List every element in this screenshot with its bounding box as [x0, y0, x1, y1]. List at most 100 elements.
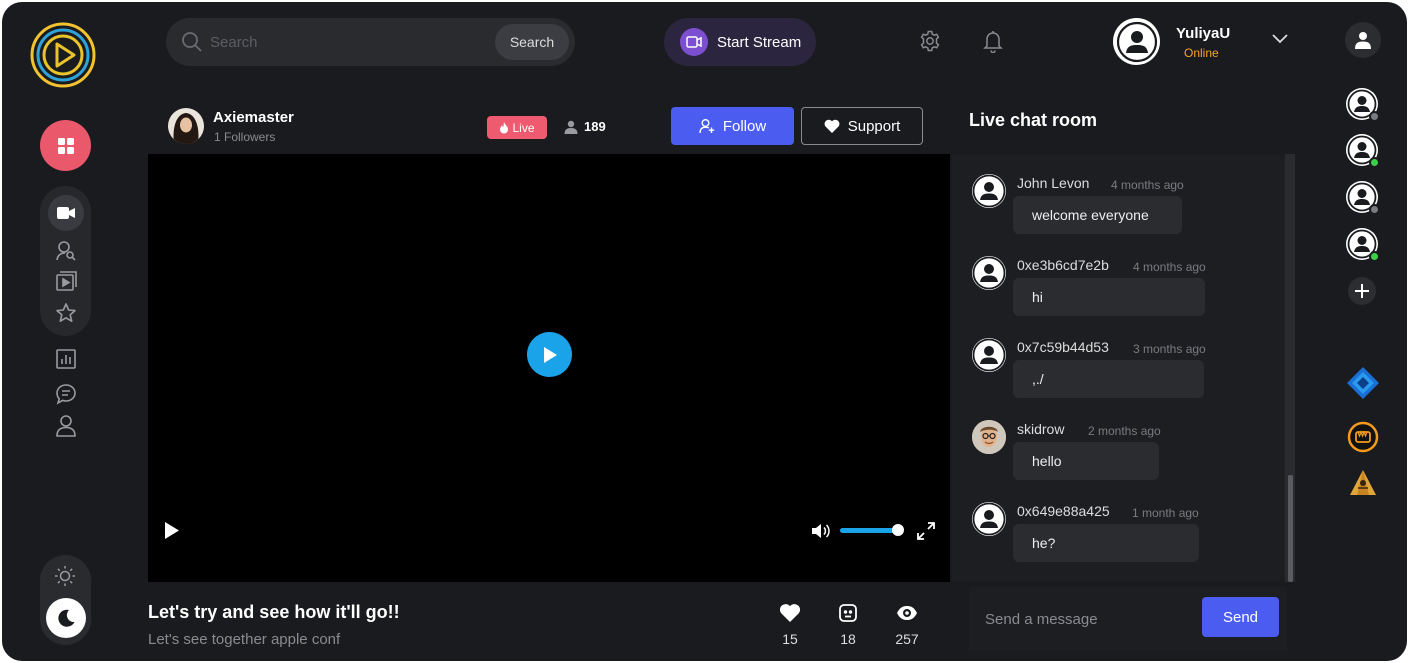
bar-chart-icon	[56, 349, 76, 369]
avatar[interactable]	[972, 502, 1006, 536]
nav-item-search-users[interactable]	[53, 238, 79, 264]
comment-stat[interactable]: 18	[828, 603, 868, 647]
nav-item-profile[interactable]	[53, 413, 79, 439]
chat-scrollbar-thumb[interactable]	[1288, 475, 1293, 582]
start-stream-button[interactable]: Start Stream	[664, 18, 816, 66]
streamer-avatar[interactable]	[168, 108, 204, 144]
fullscreen-button[interactable]	[917, 522, 935, 545]
like-stat[interactable]: 15	[770, 603, 810, 647]
search-input[interactable]	[210, 30, 480, 54]
avatar[interactable]	[972, 420, 1006, 454]
avatar	[1346, 181, 1380, 215]
settings-button[interactable]	[919, 30, 941, 57]
play-pause-button[interactable]	[164, 521, 180, 545]
chat-message-text: welcome everyone	[1013, 196, 1182, 234]
friend-avatar[interactable]	[1346, 181, 1380, 215]
add-user-icon	[699, 119, 715, 134]
notifications-button[interactable]	[983, 29, 1003, 58]
friend-avatar[interactable]	[1346, 88, 1380, 122]
avatar[interactable]	[972, 174, 1006, 208]
friend-avatar[interactable]	[1346, 228, 1380, 262]
send-button[interactable]: Send	[1202, 597, 1279, 637]
chat-username[interactable]: 0x7c59b44d53	[1017, 339, 1109, 355]
chat-message-input[interactable]	[985, 608, 1185, 630]
nav-item-videos[interactable]	[53, 269, 79, 295]
app-logo[interactable]	[30, 20, 100, 90]
diamond-logo-icon	[1347, 367, 1379, 399]
user-placeholder-icon	[972, 174, 1006, 208]
user-menu-toggle[interactable]	[1272, 31, 1288, 49]
user-search-icon	[56, 241, 76, 261]
play-icon	[165, 522, 179, 539]
chat-username[interactable]: John Levon	[1017, 175, 1089, 191]
center-play-button[interactable]	[527, 332, 572, 377]
search-button[interactable]: Search	[495, 24, 569, 60]
chat-username[interactable]: 0x649e88a425	[1017, 503, 1110, 519]
sun-icon	[55, 566, 75, 586]
chat-message-text: hi	[1013, 278, 1205, 316]
user-placeholder-icon	[972, 338, 1006, 372]
user-icon	[56, 415, 76, 437]
video-camera-icon	[57, 207, 75, 219]
chevron-down-icon	[1272, 34, 1288, 44]
chat-username[interactable]: 0xe3b6cd7e2b	[1017, 257, 1109, 273]
search-icon	[182, 32, 202, 52]
volume-icon	[812, 524, 830, 538]
chat-title: Live chat room	[969, 110, 1098, 130]
follower-count: 1 Followers	[214, 130, 276, 144]
profile-button[interactable]	[1345, 22, 1381, 58]
comment-icon	[839, 604, 857, 622]
support-label: Support	[847, 117, 901, 135]
grid-icon	[57, 137, 74, 154]
avatar[interactable]	[972, 338, 1006, 372]
avatar	[1346, 88, 1380, 122]
nav-item-messages[interactable]	[53, 381, 79, 407]
eye-icon	[897, 606, 917, 620]
network-badge-monster[interactable]	[1347, 421, 1379, 458]
network-badge-pyramid[interactable]	[1348, 468, 1378, 503]
star-icon	[56, 303, 76, 322]
viewer-count: 189	[564, 119, 606, 134]
follow-button[interactable]: Follow	[671, 107, 794, 145]
nav-item-live-video[interactable]	[48, 195, 84, 231]
chat-username[interactable]: skidrow	[1017, 421, 1064, 437]
follow-label: Follow	[722, 117, 767, 135]
user-photo	[972, 420, 1006, 454]
user-avatar[interactable]	[1113, 18, 1160, 65]
chat-message: 0x7c59b44d53 3 months ago ,./	[972, 338, 1282, 400]
volume-slider-handle[interactable]	[892, 524, 904, 536]
support-button[interactable]: Support	[801, 107, 923, 145]
light-mode-button[interactable]	[54, 565, 76, 592]
avatar	[1346, 228, 1380, 262]
chat-timestamp: 1 month ago	[1132, 506, 1199, 520]
nav-item-favorites[interactable]	[53, 300, 79, 326]
add-friend-button[interactable]	[1348, 277, 1376, 305]
dashboard-button[interactable]	[40, 120, 91, 171]
nav-item-analytics[interactable]	[53, 346, 79, 372]
heart-icon	[779, 604, 801, 622]
avatar[interactable]	[972, 256, 1006, 290]
user-placeholder-icon	[972, 502, 1006, 536]
gear-icon	[920, 30, 940, 52]
fullscreen-icon	[917, 522, 935, 540]
play-icon	[543, 346, 557, 363]
like-count: 15	[782, 631, 798, 647]
live-label: Live	[512, 120, 535, 135]
streamer-name[interactable]: Axiemaster	[213, 109, 294, 126]
mute-button[interactable]	[811, 522, 831, 545]
dark-mode-button[interactable]	[46, 598, 86, 638]
viewers-icon	[564, 120, 578, 134]
chat-message: skidrow 2 months ago hello	[972, 420, 1282, 482]
monster-logo-icon	[1347, 421, 1379, 453]
network-badge-diamond[interactable]	[1346, 366, 1380, 405]
stream-title: Let's try and see how it'll go!!	[148, 602, 400, 622]
chat-bubble-icon	[56, 384, 76, 405]
volume-slider[interactable]	[840, 528, 900, 533]
friend-avatar[interactable]	[1346, 134, 1380, 168]
user-placeholder-icon	[972, 256, 1006, 290]
bell-icon	[983, 31, 1003, 54]
chat-message: 0xe3b6cd7e2b 4 months ago hi	[972, 256, 1282, 318]
chat-message: John Levon 4 months ago welcome everyone	[972, 174, 1282, 236]
streamer-photo	[168, 108, 204, 144]
flame-icon	[500, 121, 509, 133]
